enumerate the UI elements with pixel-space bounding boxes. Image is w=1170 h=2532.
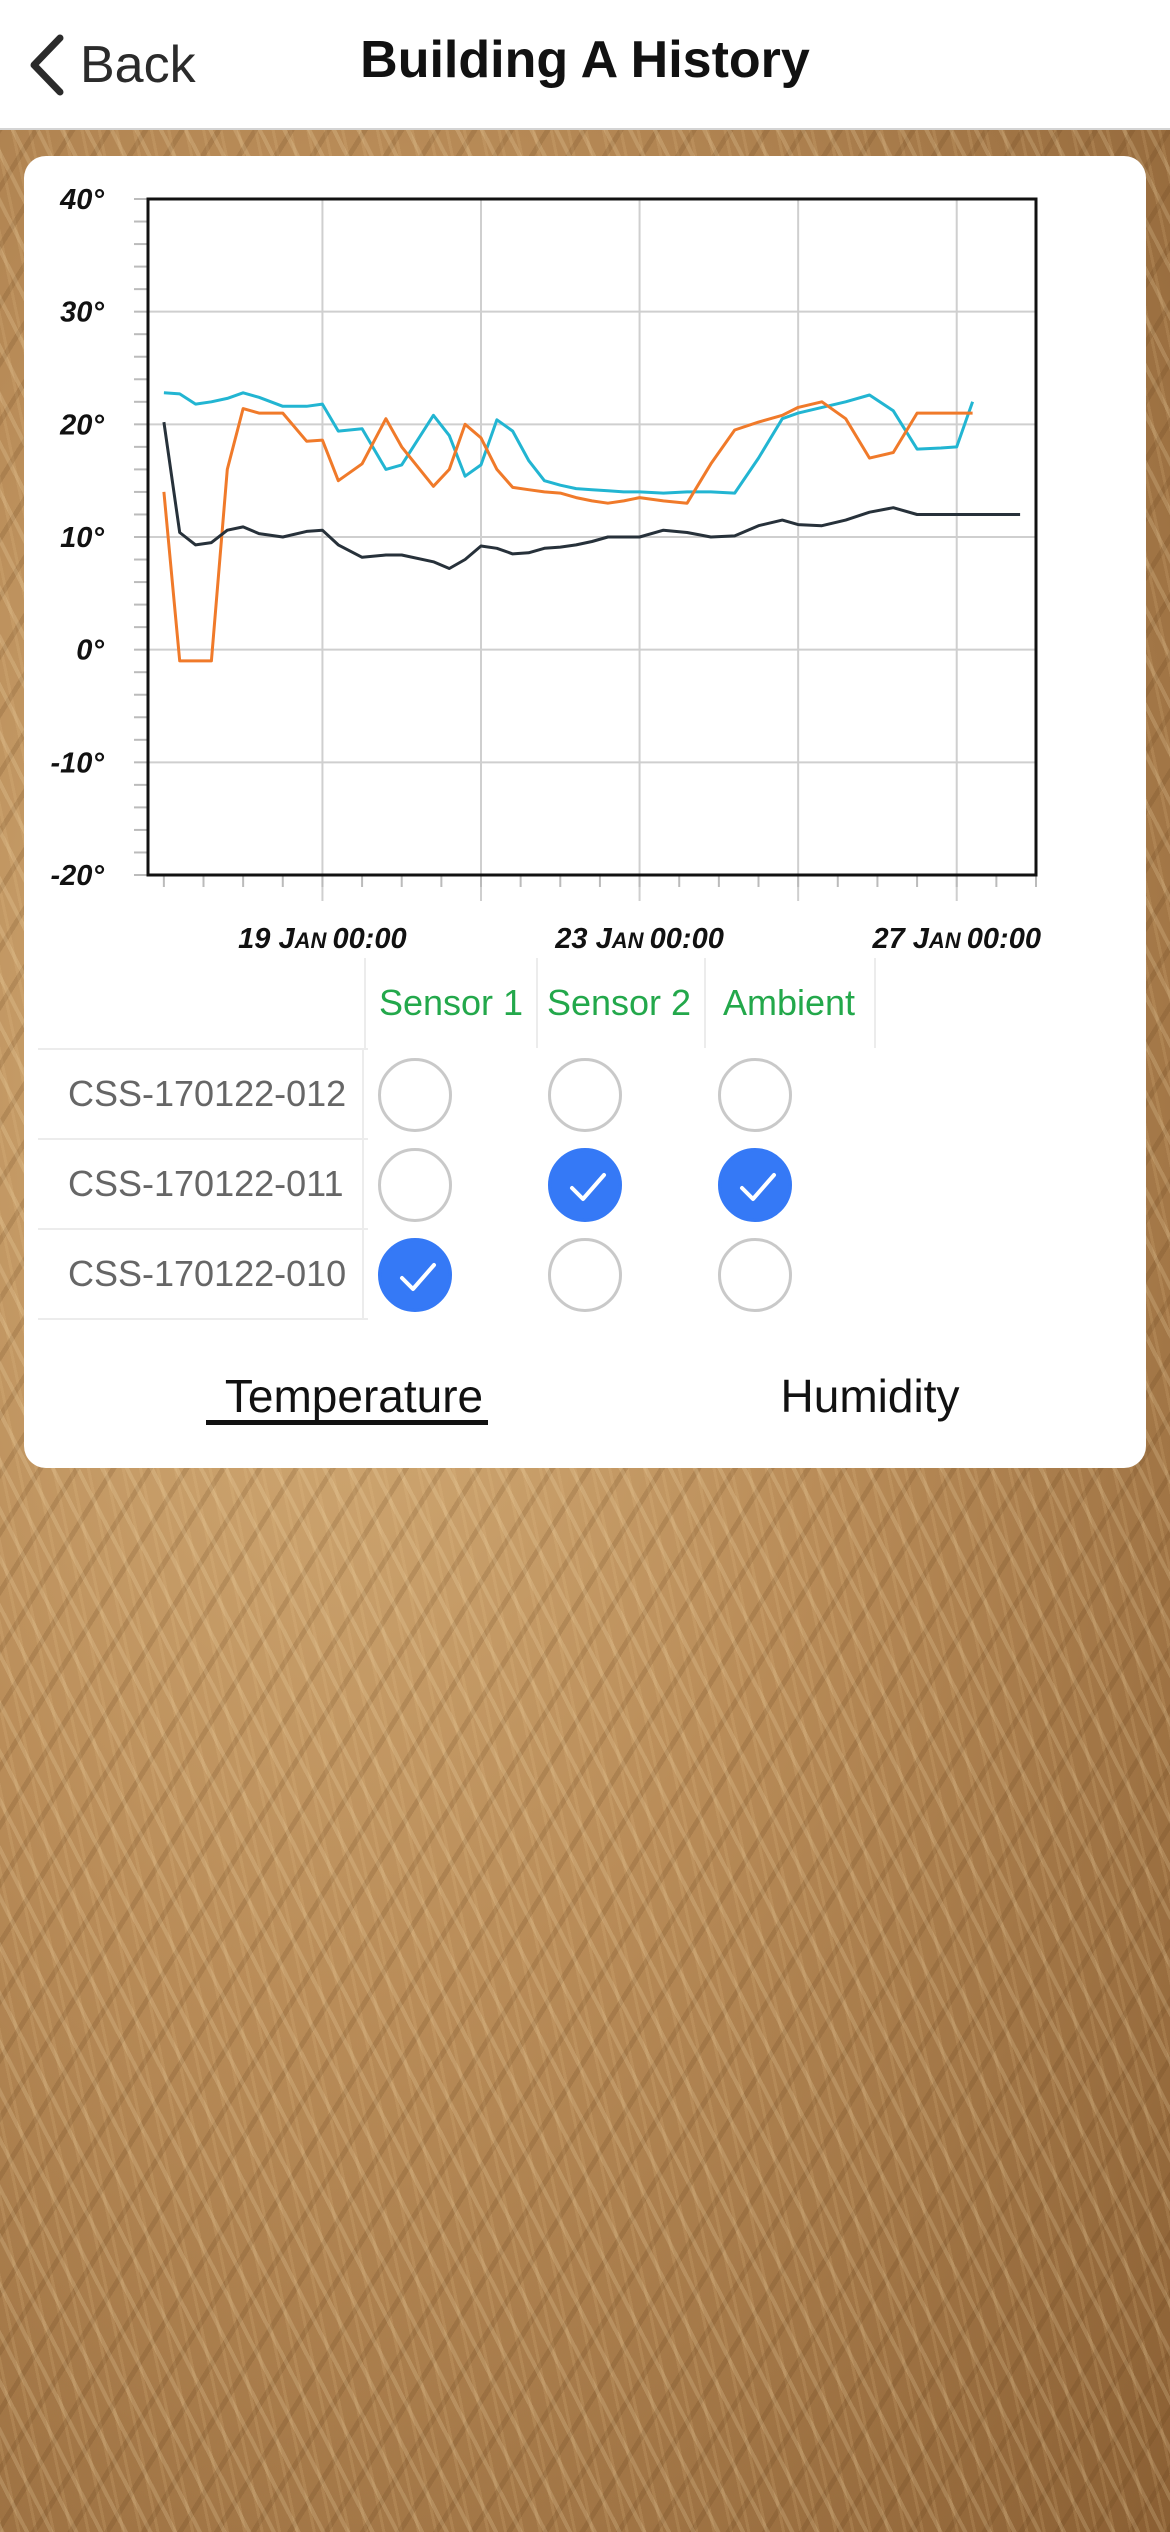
tab-humidity[interactable]: Humidity [740, 1356, 1000, 1436]
y-tick-label: 10° [60, 522, 104, 554]
series-line-3 [162, 421, 1021, 570]
checkbox-unchecked[interactable] [718, 1238, 792, 1312]
checkbox-unchecked[interactable] [548, 1238, 622, 1312]
history-card: 40° 30° 20° 10° 0° -10° -20° 19 JAN 00:00 23 JAN… [24, 156, 1146, 1468]
y-tick-label: 30° [60, 297, 104, 329]
navigation-bar: Back Building A History [0, 0, 1170, 130]
checkmark-icon [740, 1173, 776, 1201]
checkbox-unchecked[interactable] [718, 1058, 792, 1132]
y-tick-label: 0° [76, 635, 104, 667]
checkbox-checked[interactable] [378, 1238, 452, 1312]
tab-humidity-label: Humidity [780, 1370, 960, 1422]
x-tick-label: 27 JAN 00:00 [871, 923, 1041, 955]
y-tick-label: -20° [50, 860, 104, 892]
sensor-row-label: CSS-170122-012 [38, 1050, 364, 1138]
y-tick-label: -10° [50, 747, 104, 779]
active-tab-indicator [206, 1420, 488, 1425]
column-header-sensor-1: Sensor 1 [364, 958, 538, 1048]
tab-temperature-label: Temperature [224, 1370, 484, 1422]
x-tick-label: 19 JAN 00:00 [238, 923, 407, 955]
checkbox-checked[interactable] [718, 1148, 792, 1222]
x-tick-label: 23 JAN 00:00 [554, 923, 724, 955]
column-header-ambient: Ambient [704, 958, 876, 1048]
checkbox-unchecked[interactable] [378, 1148, 452, 1222]
checkmark-icon [570, 1173, 606, 1201]
checkmark-icon [400, 1263, 436, 1291]
page-title: Building A History [360, 31, 810, 89]
series-line-1 [163, 391, 975, 495]
y-tick-label: 20° [59, 409, 104, 441]
column-header-sensor-2: Sensor 2 [534, 958, 706, 1048]
sensor-row-label: CSS-170122-011 [38, 1140, 364, 1228]
checkbox-checked[interactable] [548, 1148, 622, 1222]
checkbox-unchecked[interactable] [548, 1058, 622, 1132]
checkbox-unchecked[interactable] [378, 1058, 452, 1132]
series-line-2 [162, 400, 973, 663]
row-divider [38, 1318, 368, 1320]
temperature-line-chart: 40° 30° 20° 10° 0° -10° -20° 19 JAN 00:00 23 JAN… [50, 184, 1041, 955]
sensor-row-label: CSS-170122-010 [38, 1230, 364, 1318]
y-tick-label: 40° [59, 184, 104, 216]
